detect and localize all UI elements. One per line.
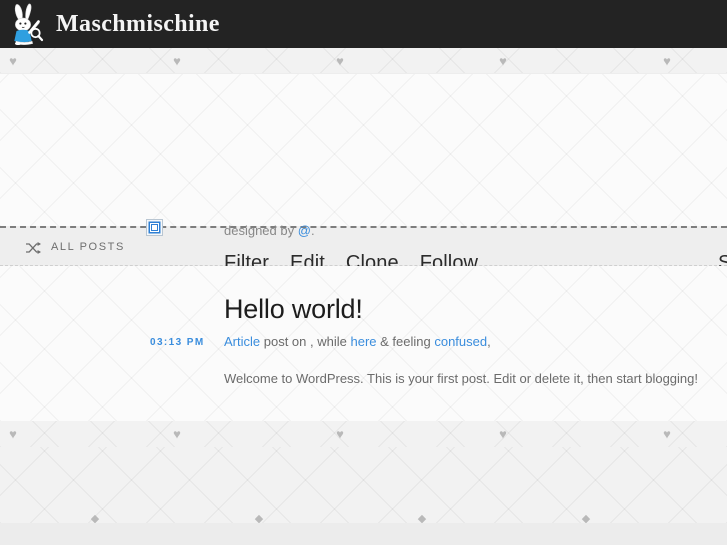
post-place-link[interactable]: here	[350, 334, 376, 349]
post-mood-link[interactable]: confused	[434, 334, 487, 349]
footer-plain-area	[0, 523, 727, 545]
post-meta: Article post on , while here & feeling c…	[224, 334, 491, 349]
diamond-icon: ◆	[254, 513, 264, 524]
footer-pattern-area: ◆ ◆ ◆ ◆	[0, 447, 727, 523]
shuffle-icon[interactable]	[26, 241, 41, 254]
heart-icon: ♥	[173, 426, 181, 442]
designed-by-credit: designed by @.	[224, 223, 315, 238]
heart-icon: ♥	[9, 426, 17, 442]
site-header: Maschmischine	[0, 0, 727, 48]
designer-link[interactable]: @	[298, 223, 311, 238]
heart-icon: ♥	[9, 53, 17, 68]
post-format-link[interactable]: Article	[224, 334, 260, 349]
heart-icon: ♥	[499, 426, 507, 442]
post-title[interactable]: Hello world!	[224, 294, 363, 325]
site-title[interactable]: Maschmischine	[56, 11, 220, 38]
heart-icon: ♥	[173, 53, 181, 68]
all-posts-label: ALL POSTS	[51, 240, 125, 253]
heart-icon: ♥	[336, 53, 344, 68]
intro-panel: designed by @. Filter Edit Clone Follow …	[0, 74, 727, 274]
designed-by-suffix: .	[310, 223, 315, 238]
diamond-icon: ◆	[581, 513, 591, 524]
diamond-decoration-strip: ◆ ◆ ◆ ◆	[0, 513, 727, 524]
post-meta-text-3: & feeling	[376, 334, 435, 349]
diamond-icon: ◆	[90, 513, 100, 524]
post-meta-text-4: ,	[487, 334, 491, 349]
heart-icon: ♥	[663, 426, 671, 442]
rabbit-logo-icon[interactable]	[8, 3, 46, 46]
broken-image-placeholder-icon[interactable]	[146, 219, 163, 236]
post-timestamp: 03:13 PM	[150, 337, 205, 348]
post-meta-text-1: post on	[260, 334, 310, 349]
post-entry: 03:13 PM Hello world! Article post on , …	[0, 266, 727, 421]
diamond-icon: ◆	[417, 513, 427, 524]
post-excerpt: Welcome to WordPress. This is your first…	[224, 371, 698, 386]
heart-decoration-strip-top: ♥ ♥ ♥ ♥ ♥	[0, 48, 727, 74]
heart-icon: ♥	[663, 53, 671, 68]
post-meta-text-2: while	[313, 334, 351, 349]
designed-by-prefix: designed by	[224, 223, 298, 238]
heart-decoration-strip-bottom: ♥ ♥ ♥ ♥ ♥	[0, 421, 727, 447]
heart-icon: ♥	[336, 426, 344, 442]
heart-icon: ♥	[499, 53, 507, 68]
